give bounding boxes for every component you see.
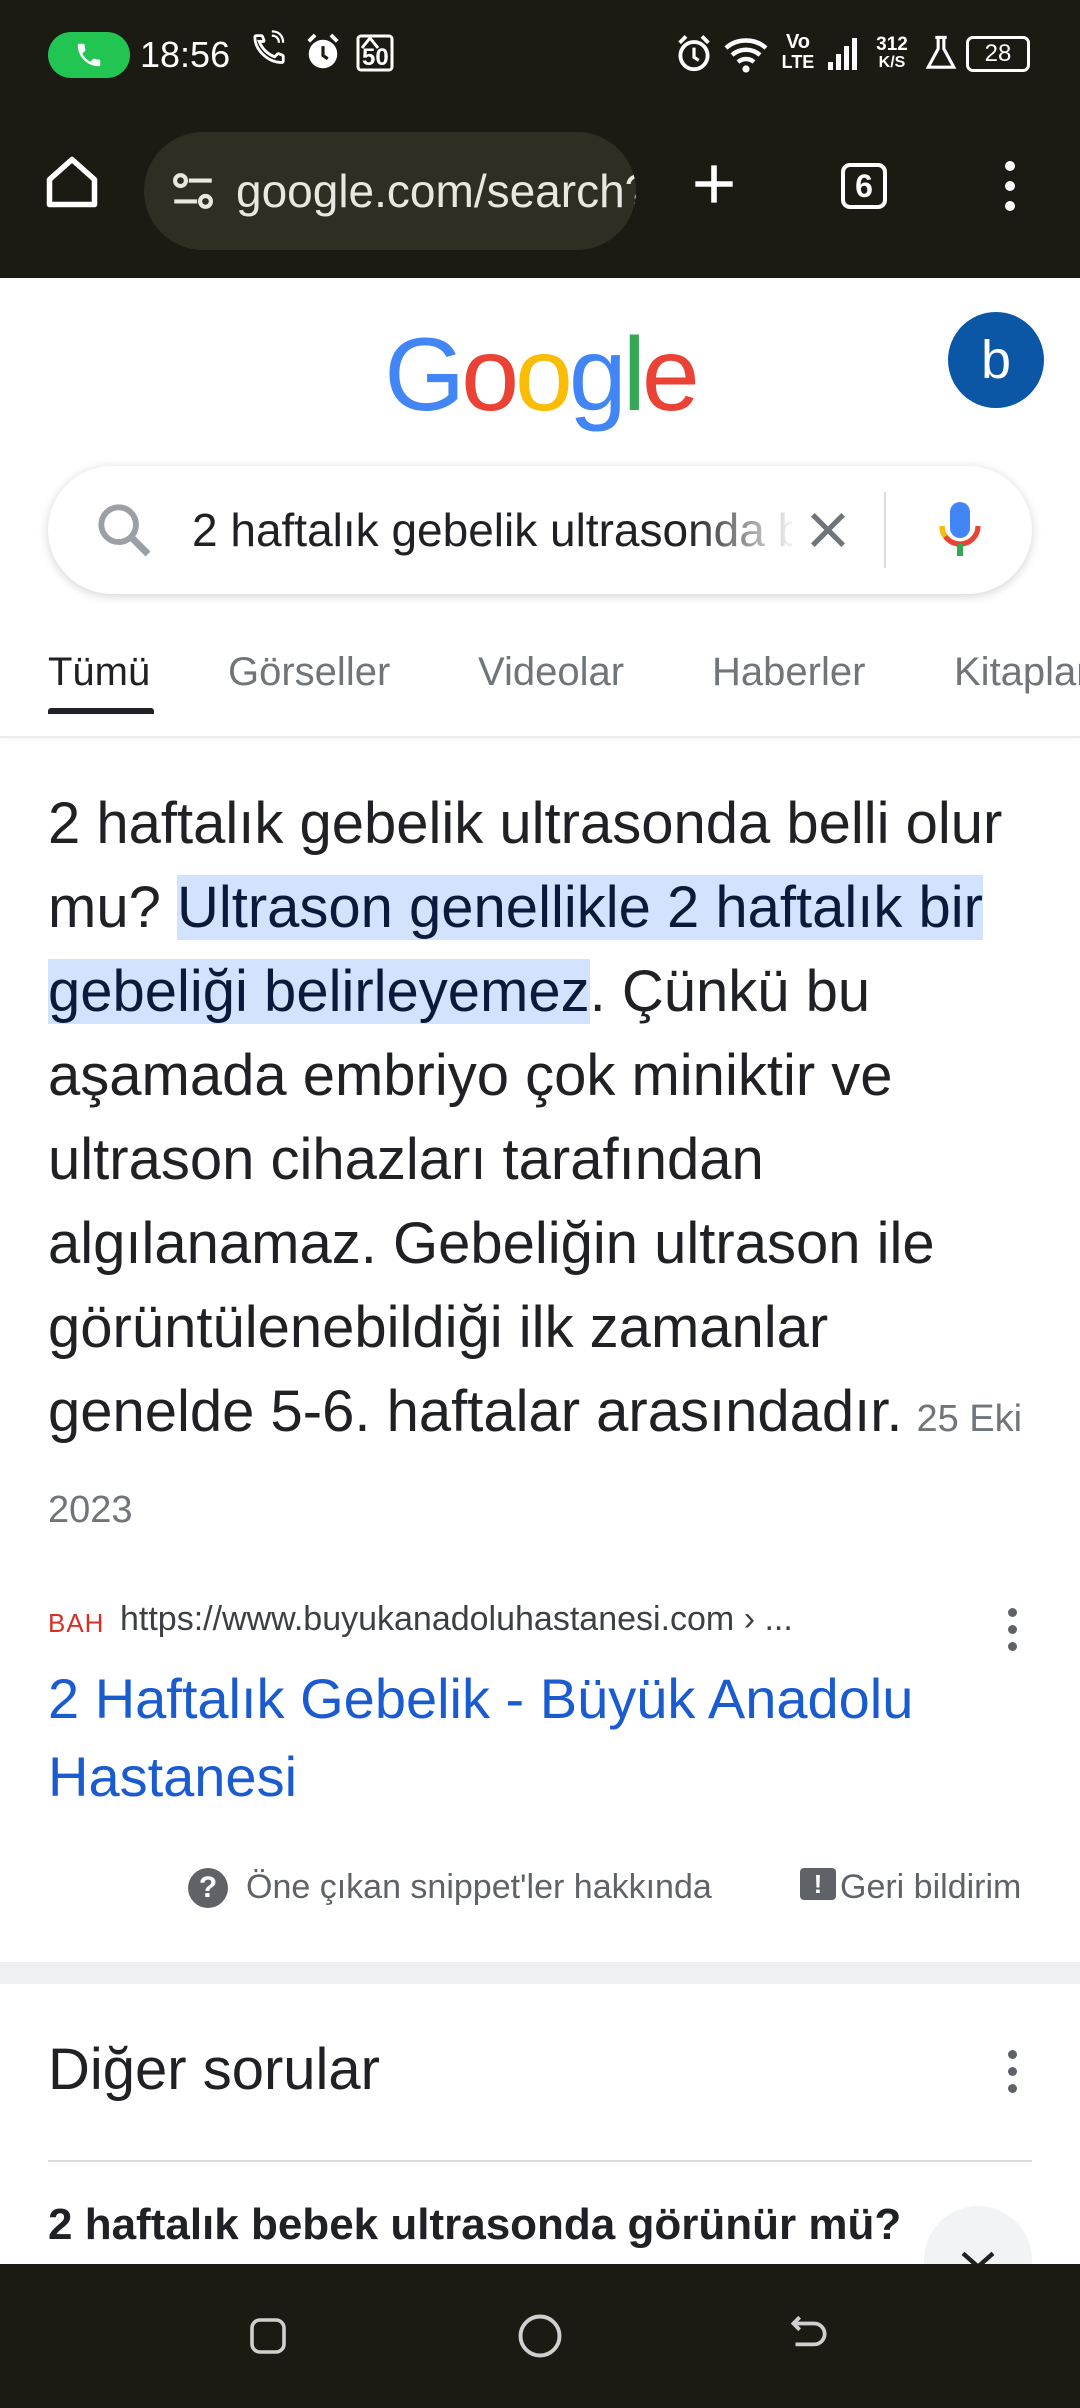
about-snippets-link[interactable]: Öne çıkan snippet'ler hakkında xyxy=(246,1868,712,1907)
search-text-fade xyxy=(688,486,798,574)
search-divider xyxy=(884,492,886,568)
battery-indicator: 28 xyxy=(966,36,1030,72)
tab-all[interactable]: Tümü xyxy=(48,650,150,695)
tab-images[interactable]: Görseller xyxy=(228,650,390,695)
result-menu-button[interactable] xyxy=(1008,1608,1020,1659)
search-tabs: Tümü Görseller Videolar Haberler Kitapla… xyxy=(0,622,1080,738)
badge-number: 50 xyxy=(362,44,389,71)
new-tab-button[interactable] xyxy=(676,146,752,222)
recents-icon xyxy=(250,2318,286,2354)
active-tab-indicator xyxy=(48,708,154,714)
plus-icon xyxy=(695,165,733,203)
search-box[interactable]: 2 haftalık gebelik ultrasonda belli olur… xyxy=(48,466,1032,594)
tab-news[interactable]: Haberler xyxy=(712,650,865,695)
home-circle-icon xyxy=(518,2314,562,2358)
logo-letter: l xyxy=(622,317,646,433)
snippet-footer: ? Öne çıkan snippet'ler hakkında ! Geri … xyxy=(0,1864,1080,1914)
wifi-calling-icon xyxy=(253,30,285,64)
browser-menu-button[interactable] xyxy=(970,146,1050,226)
home-nav-button[interactable] xyxy=(508,2304,572,2368)
more-vert-dot xyxy=(1008,1642,1017,1651)
logo-letter: o xyxy=(461,317,519,433)
divider xyxy=(48,2160,1032,2162)
system-navigation-bar xyxy=(0,2264,1080,2408)
section-separator xyxy=(0,1962,1080,1984)
wifi-icon xyxy=(724,38,768,73)
alarm-icon-right xyxy=(678,35,710,72)
notification-badge: 50 xyxy=(356,30,396,72)
phone-icon xyxy=(77,43,101,67)
browser-toolbar: google.com/search?q=2+haftal 6 xyxy=(0,112,1080,278)
people-also-ask-title: Diğer sorular xyxy=(48,2037,380,2102)
battery-level: 28 xyxy=(984,40,1012,67)
volte-bottom: LTE xyxy=(781,52,815,72)
feedback-icon: ! xyxy=(800,1868,836,1900)
back-icon xyxy=(790,2315,827,2347)
tab-books[interactable]: Kitaplar xyxy=(954,650,1080,695)
search-icon xyxy=(98,504,151,557)
data-speed-value: 312 xyxy=(876,34,908,55)
ongoing-call-indicator[interactable] xyxy=(48,32,130,78)
source-url[interactable]: https://www.buyukanadoluhastanesi.com › … xyxy=(120,1600,793,1639)
logo-letter: G xyxy=(384,317,465,433)
home-button[interactable] xyxy=(36,146,108,218)
tab-count: 6 xyxy=(841,163,887,209)
more-vert-icon xyxy=(1008,2050,1017,2059)
question-item[interactable]: 2 haftalık bebek ultrasonda görünür mü? xyxy=(48,2200,901,2250)
featured-snippet: 2 haftalık gebelik ultrasonda belli olur… xyxy=(48,782,1038,1552)
google-logo[interactable]: Google xyxy=(0,316,1080,435)
result-title-link[interactable]: 2 Haftalık Gebelik - Büyük Anadolu Hasta… xyxy=(48,1660,1038,1816)
url-text[interactable]: google.com/search?q=2+haftal xyxy=(236,164,636,218)
volte-indicator: Vo LTE xyxy=(780,32,816,72)
account-avatar[interactable]: b xyxy=(948,312,1044,408)
close-icon xyxy=(810,512,846,548)
data-speed-unit: K/S xyxy=(878,54,906,71)
lab-flask-icon xyxy=(925,35,957,69)
more-vert-icon xyxy=(1005,161,1015,211)
more-vert-dot xyxy=(1008,2084,1017,2093)
logo-letter: g xyxy=(568,317,627,433)
data-speed: 312 K/S xyxy=(872,34,912,72)
microphone-icon xyxy=(939,502,981,556)
address-bar[interactable]: google.com/search?q=2+haftal xyxy=(144,132,636,250)
tab-videos[interactable]: Videolar xyxy=(478,650,624,695)
logo-letter: e xyxy=(641,317,700,433)
status-bar: 18:56 50 Vo LTE 312 K/S 28 xyxy=(0,0,1080,112)
site-settings-icon[interactable] xyxy=(168,166,218,216)
home-icon xyxy=(46,156,98,208)
tab-switcher-button[interactable]: 6 xyxy=(824,146,904,226)
voice-search-button[interactable] xyxy=(918,488,1002,572)
recents-button[interactable] xyxy=(236,2304,300,2368)
alarm-icon xyxy=(307,33,339,69)
feedback-link[interactable]: Geri bildirim xyxy=(840,1868,1021,1907)
clock: 18:56 xyxy=(140,34,231,75)
people-also-ask-menu-button[interactable] xyxy=(1008,2050,1020,2101)
logo-letter: o xyxy=(515,317,573,433)
site-favicon: BAH xyxy=(48,1608,105,1638)
more-vert-dot xyxy=(1008,1625,1017,1634)
snippet-body: . Çünkü bu aşamada embriyo çok miniktir … xyxy=(48,959,935,1444)
help-icon: ? xyxy=(188,1868,228,1908)
signal-icon xyxy=(828,38,857,70)
more-vert-dot xyxy=(1008,2067,1017,2076)
volte-top: Vo xyxy=(785,31,811,53)
clear-search-button[interactable] xyxy=(788,490,868,570)
more-vert-icon xyxy=(1008,1608,1017,1617)
snippet-source[interactable]: BAH https://www.buyukanadoluhastanesi.co… xyxy=(48,1600,1038,1651)
back-button[interactable] xyxy=(776,2304,840,2368)
